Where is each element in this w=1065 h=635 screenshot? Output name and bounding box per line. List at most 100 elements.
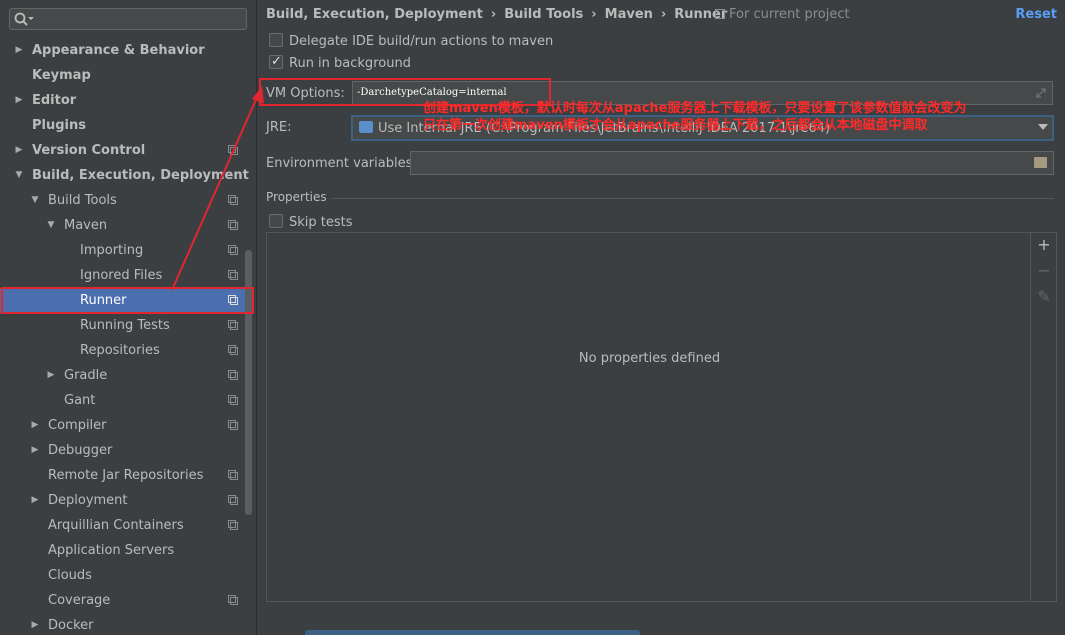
project-scope-icon — [228, 245, 238, 255]
jre-folder-icon — [359, 121, 373, 133]
sidebar-item-label: Coverage — [48, 593, 111, 608]
breadcrumb: Build, Execution, Deployment › Build Tools… — [266, 7, 727, 25]
sidebar-item-label: Running Tests — [80, 318, 170, 333]
chevron-down-icon[interactable]: ▼ — [45, 213, 57, 238]
sidebar-item-version-control[interactable]: ▶ Version Control — [0, 138, 254, 163]
sidebar-item-label: Remote Jar Repositories — [48, 468, 204, 483]
empty-properties-text: No properties defined — [578, 351, 721, 366]
jre-dropdown[interactable]: Use Internal JRE (C:\Program Files\JetBr… — [351, 115, 1054, 141]
sidebar-item-label: Editor — [32, 93, 77, 108]
sidebar-item-compiler[interactable]: ▶ Compiler — [0, 413, 254, 438]
sidebar-item-importing[interactable]: Importing — [0, 238, 254, 263]
sidebar-item-docker[interactable]: ▶ Docker — [0, 613, 254, 635]
sidebar-item-appearance-behavior[interactable]: ▶ Appearance & Behavior — [0, 38, 254, 63]
project-icon — [715, 9, 725, 19]
project-scope-icon — [228, 420, 238, 430]
sidebar-item-label: Ignored Files — [80, 268, 163, 283]
background-option[interactable]: ✓ Run in background — [269, 54, 411, 73]
sidebar-item-coverage[interactable]: Coverage — [0, 588, 254, 613]
chevron-down-icon[interactable] — [1038, 124, 1048, 130]
sidebar-item-build-execution-deployment[interactable]: ▼ Build, Execution, Deployment — [0, 163, 254, 188]
expand-icon[interactable] — [1036, 88, 1046, 98]
sidebar-item-repositories[interactable]: Repositories — [0, 338, 254, 363]
breadcrumb-item: Build, Execution, Deployment — [266, 7, 483, 22]
chevron-right-icon[interactable]: ▶ — [13, 88, 25, 113]
sidebar-scrollbar[interactable] — [245, 250, 252, 515]
sidebar-item-build-tools[interactable]: ▼ Build Tools — [0, 188, 254, 213]
skip-tests-checkbox[interactable] — [269, 214, 283, 228]
remove-icon[interactable]: − — [1036, 263, 1052, 279]
delegate-checkbox[interactable] — [269, 33, 283, 47]
project-scope-icon — [228, 145, 238, 155]
vm-options-input[interactable]: -DarchetypeCatalog=internal — [352, 81, 1053, 105]
skip-tests-option[interactable]: Skip tests — [269, 214, 353, 232]
sidebar-item-clouds[interactable]: Clouds — [0, 563, 254, 588]
project-scope-hint: For current project — [715, 7, 850, 22]
sidebar-item-label: Debugger — [48, 443, 113, 458]
chevron-right-icon[interactable]: ▶ — [13, 38, 25, 63]
sidebar-item-runner[interactable]: Runner — [0, 288, 254, 313]
sidebar-item-label: Arquillian Containers — [48, 518, 184, 533]
chevron-right-icon[interactable]: ▶ — [45, 363, 57, 388]
sidebar-item-maven[interactable]: ▼ Maven — [0, 213, 254, 238]
sidebar-item-deployment[interactable]: ▶ Deployment — [0, 488, 254, 513]
chevron-right-icon[interactable]: ▶ — [29, 613, 41, 635]
settings-search-input[interactable] — [9, 8, 247, 30]
sidebar-item-debugger[interactable]: ▶ Debugger — [0, 438, 254, 463]
sidebar-item-application-servers[interactable]: Application Servers — [0, 538, 254, 563]
chevron-down-icon[interactable]: ▼ — [29, 188, 41, 213]
chevron-right-icon[interactable]: ▶ — [29, 438, 41, 463]
project-scope-icon — [228, 345, 238, 355]
breadcrumb-separator: › — [591, 7, 597, 22]
sidebar-item-label: Build, Execution, Deployment — [32, 168, 249, 183]
sidebar-item-label: Maven — [64, 218, 108, 233]
sidebar-item-keymap[interactable]: Keymap — [0, 63, 254, 88]
breadcrumb-separator: › — [660, 7, 667, 22]
sidebar-item-plugins[interactable]: Plugins — [0, 113, 254, 138]
project-scope-icon — [228, 220, 238, 230]
sidebar-item-label: Keymap — [32, 68, 91, 83]
env-variables-input[interactable] — [410, 151, 1054, 175]
jre-label: JRE: — [266, 120, 292, 135]
project-scope-icon — [228, 495, 238, 505]
sidebar-item-arquillian-containers[interactable]: Arquillian Containers — [0, 513, 254, 538]
chevron-right-icon[interactable]: ▶ — [13, 138, 25, 163]
project-scope-icon — [228, 295, 238, 305]
chevron-right-icon[interactable]: ▶ — [29, 413, 41, 438]
add-icon[interactable]: + — [1036, 237, 1052, 253]
sidebar-item-label: Plugins — [32, 118, 86, 133]
search-icon — [14, 12, 34, 26]
project-scope-icon — [228, 270, 238, 280]
sidebar-item-gant[interactable]: Gant — [0, 388, 254, 413]
delegate-option[interactable]: Delegate IDE build/run actions to maven — [269, 33, 553, 51]
sidebar-item-remote-jar-repositories[interactable]: Remote Jar Repositories — [0, 463, 254, 488]
vm-options-value: -DarchetypeCatalog=internal — [357, 87, 507, 98]
background-checkbox[interactable]: ✓ — [269, 54, 283, 69]
sidebar-item-gradle[interactable]: ▶ Gradle — [0, 363, 254, 388]
delegate-label: Delegate IDE build/run actions to maven — [289, 34, 554, 49]
skip-tests-label: Skip tests — [289, 215, 353, 230]
sidebar-item-label: Deployment — [48, 493, 128, 508]
project-scope-label: For current project — [729, 7, 850, 22]
folder-icon[interactable] — [1034, 157, 1047, 168]
edit-icon[interactable]: ✎ — [1036, 289, 1052, 305]
properties-table[interactable]: No properties defined + − ✎ — [266, 232, 1057, 602]
project-scope-icon — [228, 520, 238, 530]
sidebar-item-editor[interactable]: ▶ Editor — [0, 88, 254, 113]
sidebar-item-running-tests[interactable]: Running Tests — [0, 313, 254, 338]
breadcrumb-item: Maven — [604, 7, 653, 22]
sidebar-item-label: Docker — [48, 618, 94, 633]
breadcrumb-separator: › — [490, 7, 497, 22]
sidebar-item-label: Appearance & Behavior — [32, 43, 205, 58]
reset-link[interactable]: Reset — [1015, 7, 1057, 22]
settings-sidebar: ▶ Appearance & Behavior Keymap ▶ Editor Plugi… — [0, 0, 256, 635]
background-label: Run in background — [289, 56, 411, 71]
vm-options-label: VM Options: — [266, 86, 345, 101]
bottom-scroll-indicator — [305, 630, 640, 635]
chevron-right-icon[interactable]: ▶ — [29, 488, 41, 513]
env-variables-label: Environment variables: — [266, 156, 417, 171]
chevron-down-icon[interactable]: ▼ — [13, 163, 25, 188]
project-scope-icon — [228, 320, 238, 330]
sidebar-item-ignored-files[interactable]: Ignored Files — [0, 263, 254, 288]
checkmark-icon: ✓ — [271, 54, 282, 69]
